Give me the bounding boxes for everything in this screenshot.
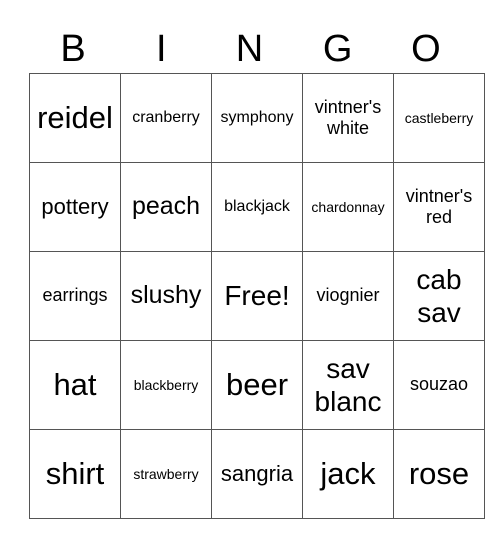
bingo-cell[interactable]: peach bbox=[120, 162, 212, 252]
bingo-cell[interactable]: strawberry bbox=[120, 429, 212, 519]
header-letter-o: O bbox=[411, 28, 441, 70]
bingo-cell[interactable]: vintner's white bbox=[302, 73, 394, 163]
bingo-row: hat blackberry beer sav blanc souzao bbox=[29, 340, 485, 430]
bingo-cell[interactable]: vintner's red bbox=[393, 162, 485, 252]
bingo-row: earrings slushy Free! viognier cab sav bbox=[29, 251, 485, 341]
bingo-cell[interactable]: pottery bbox=[29, 162, 121, 252]
bingo-cell[interactable]: jack bbox=[302, 429, 394, 519]
bingo-cell[interactable]: earrings bbox=[29, 251, 121, 341]
bingo-row: reidel cranberry symphony vintner's whit… bbox=[29, 73, 485, 163]
bingo-cell[interactable]: castleberry bbox=[393, 73, 485, 163]
bingo-row: shirt strawberry sangria jack rose bbox=[29, 429, 485, 519]
bingo-cell[interactable]: souzao bbox=[393, 340, 485, 430]
free-space-cell[interactable]: Free! bbox=[211, 251, 303, 341]
bingo-cell[interactable]: beer bbox=[211, 340, 303, 430]
bingo-cell[interactable]: slushy bbox=[120, 251, 212, 341]
bingo-cell[interactable]: sav blanc bbox=[302, 340, 394, 430]
bingo-cell[interactable]: rose bbox=[393, 429, 485, 519]
header-letter-i: I bbox=[156, 28, 167, 70]
bingo-card: reidel cranberry symphony vintner's whit… bbox=[29, 73, 485, 519]
bingo-cell[interactable]: blackjack bbox=[211, 162, 303, 252]
bingo-cell[interactable]: sangria bbox=[211, 429, 303, 519]
header-letter-b: B bbox=[60, 28, 86, 70]
bingo-cell[interactable]: cranberry bbox=[120, 73, 212, 163]
header-letter-g: G bbox=[322, 28, 353, 70]
bingo-row: pottery peach blackjack chardonnay vintn… bbox=[29, 162, 485, 252]
bingo-cell[interactable]: viognier bbox=[302, 251, 394, 341]
bingo-cell[interactable]: blackberry bbox=[120, 340, 212, 430]
bingo-cell[interactable]: chardonnay bbox=[302, 162, 394, 252]
bingo-cell[interactable]: cab sav bbox=[393, 251, 485, 341]
bingo-cell[interactable]: reidel bbox=[29, 73, 121, 163]
bingo-cell[interactable]: hat bbox=[29, 340, 121, 430]
bingo-cell[interactable]: symphony bbox=[211, 73, 303, 163]
bingo-header: B I N G O bbox=[29, 24, 470, 74]
bingo-cell[interactable]: shirt bbox=[29, 429, 121, 519]
header-letter-n: N bbox=[235, 28, 264, 70]
